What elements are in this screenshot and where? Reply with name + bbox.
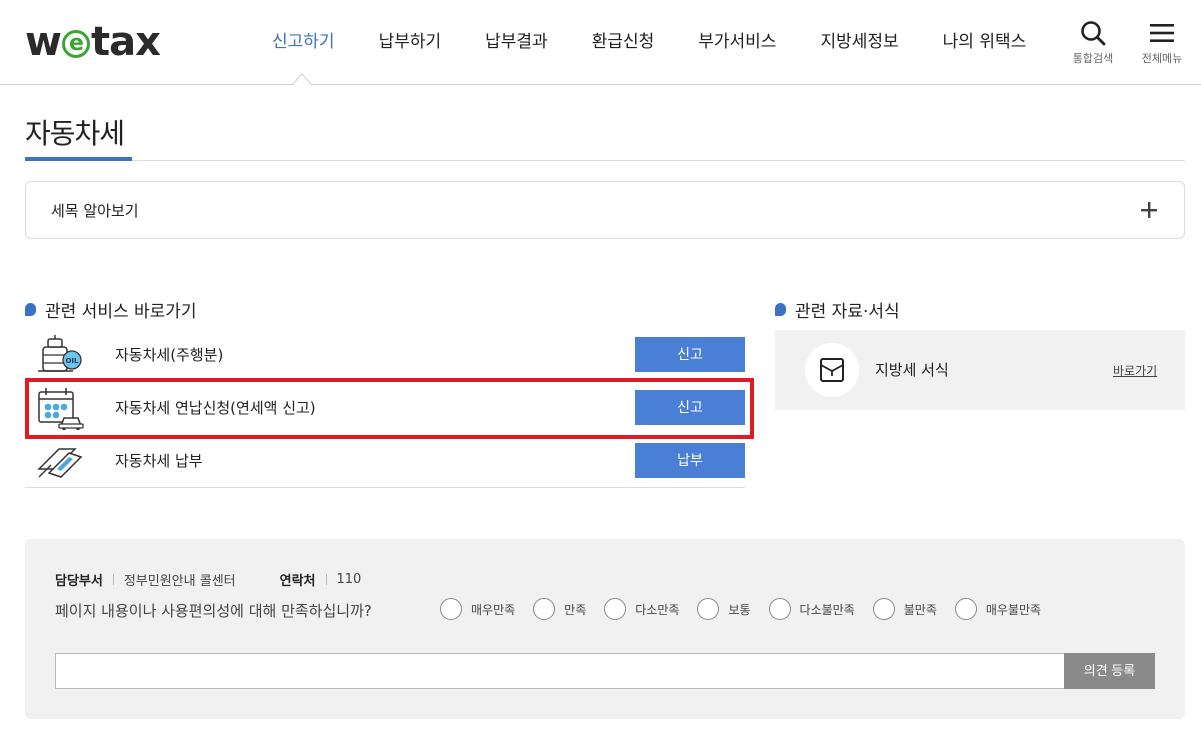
radio-very-satisfied[interactable]: 매우만족 bbox=[440, 598, 515, 620]
integrated-search-button[interactable]: 통합검색 bbox=[1068, 20, 1118, 66]
nav-item-my-wetax[interactable]: 나의 위택스 bbox=[921, 0, 1049, 84]
search-icon bbox=[1081, 21, 1106, 46]
radio-label: 만족 bbox=[564, 602, 587, 617]
radio-satisfied[interactable]: 만족 bbox=[533, 598, 586, 620]
related-resources-heading: 관련 자료·서식 bbox=[775, 297, 900, 322]
active-nav-caret-icon bbox=[292, 73, 312, 86]
radio-label: 매우만족 bbox=[471, 602, 516, 617]
radio-label: 보통 bbox=[728, 602, 751, 617]
radio-neutral[interactable]: 보통 bbox=[697, 598, 751, 620]
radio-very-dissatisfied[interactable]: 매우불만족 bbox=[954, 598, 1042, 620]
radio-label: 다소불만족 bbox=[799, 602, 855, 617]
report-button-annual-payment[interactable]: 신고 bbox=[635, 390, 745, 425]
resource-item: 지방세 서식 바로가기 bbox=[775, 330, 1185, 410]
nav-item-pay-result[interactable]: 납부결과 bbox=[463, 0, 570, 84]
title-accent-bar bbox=[25, 157, 132, 161]
radio-somewhat-dissatisfied[interactable]: 다소불만족 bbox=[768, 598, 855, 620]
radio-label: 불만족 bbox=[903, 602, 937, 617]
tax-info-accordion[interactable]: 세목 알아보기 bbox=[25, 181, 1185, 239]
related-services-list: OIL 자동차세(주행분) 신고 자동차세 연납신청(연세액 신고) 신고 자동… bbox=[25, 328, 745, 488]
full-menu-button[interactable]: 전체메뉴 bbox=[1137, 20, 1187, 66]
resource-go-link[interactable]: 바로가기 bbox=[1113, 362, 1157, 379]
divider bbox=[325, 574, 327, 585]
feedback-input[interactable] bbox=[55, 653, 1065, 689]
radio-circle[interactable] bbox=[697, 598, 720, 620]
oil-tank-icon: OIL bbox=[38, 335, 82, 372]
list-item: 자동차세 납부 납부 bbox=[25, 434, 745, 487]
service-name: 자동차세(주행분) bbox=[115, 346, 224, 364]
resource-icon-circle bbox=[805, 343, 859, 397]
contact-info: 담당부서 정부민원안내 콜센터 연락처 110 bbox=[55, 570, 361, 589]
logo-text-w: w bbox=[25, 19, 62, 65]
wetax-logo[interactable]: w e tax bbox=[25, 19, 161, 65]
nav-item-extra-services[interactable]: 부가서비스 bbox=[676, 0, 798, 84]
nav-item-pay[interactable]: 납부하기 bbox=[357, 0, 464, 84]
radio-circle[interactable] bbox=[768, 598, 791, 620]
list-item: OIL 자동차세(주행분) 신고 bbox=[25, 328, 745, 381]
search-label: 통합검색 bbox=[1072, 52, 1114, 65]
calendar-car-icon bbox=[38, 388, 84, 430]
satisfaction-options: 매우만족 만족 다소만족 보통 다소불만족 불만족 매우불만족 bbox=[440, 598, 1059, 620]
svg-text:OIL: OIL bbox=[65, 357, 79, 365]
related-services-heading-text: 관련 서비스 바로가기 bbox=[45, 302, 197, 322]
page-title: 자동차세 bbox=[25, 117, 125, 150]
related-services-heading: 관련 서비스 바로가기 bbox=[25, 297, 197, 322]
hamburger-menu-icon bbox=[1150, 24, 1174, 42]
radio-circle[interactable] bbox=[440, 598, 462, 620]
dept-value: 정부민원안내 콜센터 bbox=[123, 574, 236, 589]
radio-somewhat-satisfied[interactable]: 다소만족 bbox=[604, 598, 679, 620]
feedback-panel: 담당부서 정부민원안내 콜센터 연락처 110 페이지 내용이나 사용편의성에 … bbox=[25, 539, 1185, 719]
resource-name: 지방세 서식 bbox=[875, 361, 949, 379]
heading-bullet-icon bbox=[25, 303, 36, 316]
logo-e-circle: e bbox=[61, 30, 90, 58]
card-payment-icon bbox=[37, 448, 83, 478]
accordion-label: 세목 알아보기 bbox=[51, 201, 139, 220]
plus-icon bbox=[1141, 202, 1157, 218]
pay-button-car-tax[interactable]: 납부 bbox=[635, 443, 745, 478]
nav-item-refund[interactable]: 환급신청 bbox=[570, 0, 677, 84]
radio-circle[interactable] bbox=[954, 598, 977, 620]
satisfaction-question: 페이지 내용이나 사용편의성에 대해 만족하십니까? bbox=[55, 602, 372, 620]
report-button-driving-tax[interactable]: 신고 bbox=[635, 337, 745, 372]
service-name: 자동차세 연납신청(연세액 신고) bbox=[115, 399, 316, 417]
document-envelope-icon bbox=[820, 358, 844, 382]
divider bbox=[112, 574, 114, 585]
main-nav: 신고하기 납부하기 납부결과 환급신청 부가서비스 지방세정보 나의 위택스 bbox=[250, 0, 1048, 84]
radio-label: 다소만족 bbox=[635, 602, 680, 617]
submit-feedback-button[interactable]: 의견 등록 bbox=[1064, 653, 1155, 689]
radio-circle[interactable] bbox=[533, 598, 556, 620]
nav-item-local-tax-info[interactable]: 지방세정보 bbox=[798, 0, 920, 84]
title-divider bbox=[25, 160, 1185, 161]
service-name: 자동차세 납부 bbox=[115, 452, 203, 470]
related-resources-heading-text: 관련 자료·서식 bbox=[795, 302, 900, 322]
radio-circle[interactable] bbox=[604, 598, 627, 620]
menu-label: 전체메뉴 bbox=[1141, 52, 1183, 65]
logo-text-tax: tax bbox=[90, 19, 161, 65]
radio-circle[interactable] bbox=[872, 598, 895, 620]
site-header: w e tax 신고하기 납부하기 납부결과 환급신청 부가서비스 지방세정보 나의… bbox=[0, 0, 1201, 86]
radio-label: 매우불만족 bbox=[985, 602, 1042, 617]
heading-bullet-icon bbox=[775, 303, 786, 316]
contact-label: 연락처 bbox=[279, 574, 316, 589]
list-item: 자동차세 연납신청(연세액 신고) 신고 bbox=[25, 381, 745, 434]
radio-dissatisfied[interactable]: 불만족 bbox=[872, 598, 937, 620]
contact-value: 110 bbox=[336, 572, 362, 587]
dept-label: 담당부서 bbox=[55, 574, 103, 589]
